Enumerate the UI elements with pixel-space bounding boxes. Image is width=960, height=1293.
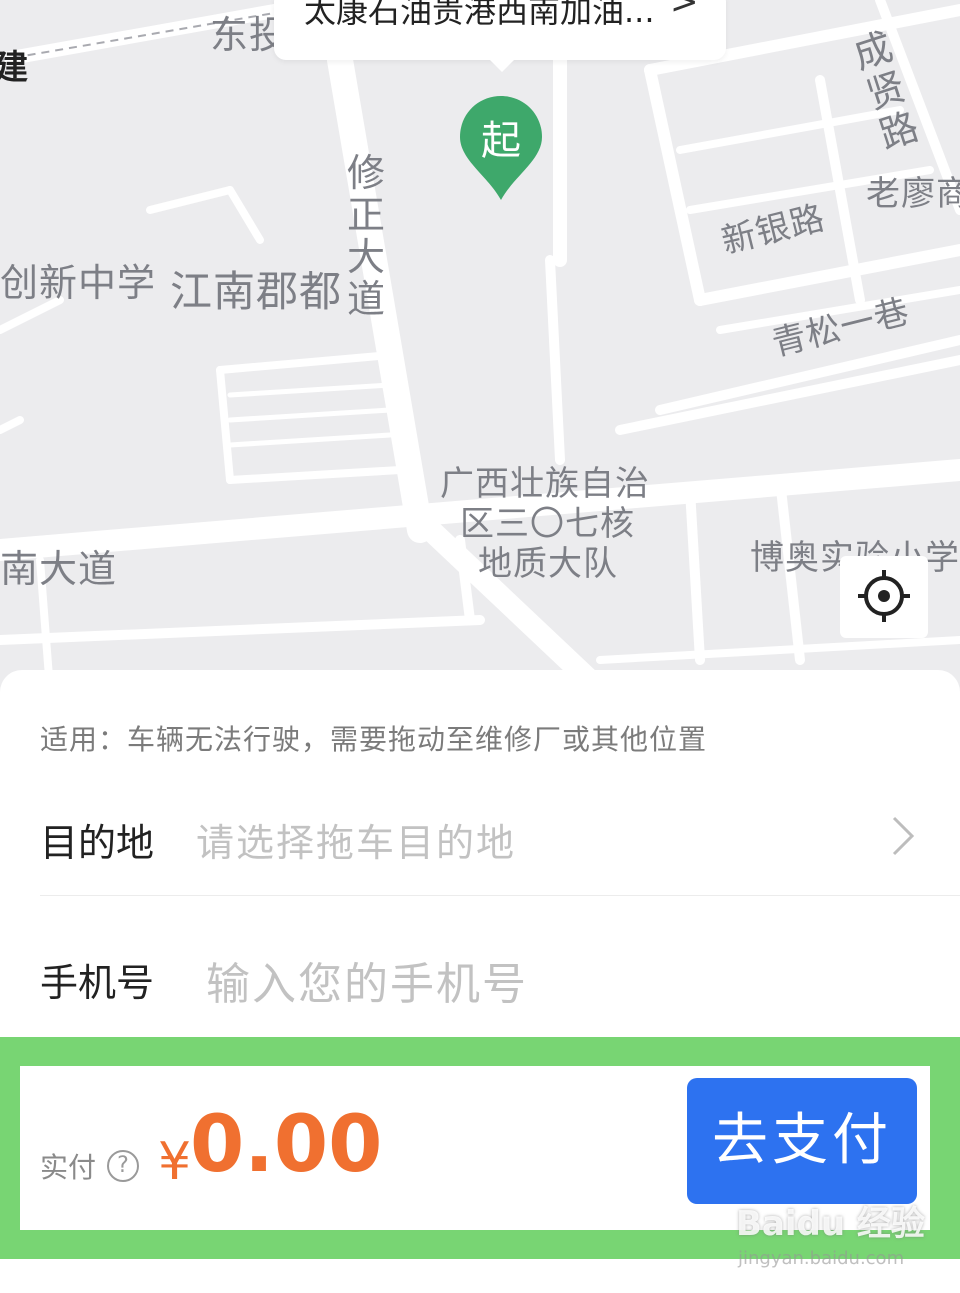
destination-label: 目的地 <box>40 821 155 865</box>
baidu-watermark: Baidu 经验 <box>736 1204 925 1244</box>
map-label-jiangnan-jundu: 江南郡都 <box>170 267 343 316</box>
phone-label: 手机号 <box>40 961 155 1005</box>
map-label-xiuzheng-avenue: 修正大道 <box>346 151 385 321</box>
destination-picker[interactable]: 请选择拖车目的地 <box>196 812 516 867</box>
phone-input[interactable]: 输入您的手机号 <box>206 948 528 1012</box>
callout-pointer <box>490 60 514 72</box>
chevron-right-icon[interactable] <box>888 814 918 858</box>
applicable-note: 适用：车辆无法行驶，需要拖动至维修厂或其他位置 <box>40 723 708 756</box>
start-location-name: 太康石油贵港西南加油... <box>304 0 655 30</box>
locate-button[interactable] <box>840 556 928 638</box>
amount-value: 0.00 <box>190 1100 383 1190</box>
map-label-nan-avenue: 南大道 <box>0 547 118 591</box>
map-label-guangxi-team-line3: 地质大队 <box>478 544 618 584</box>
map-label-edge: 建 <box>0 48 29 88</box>
start-pin-icon[interactable]: 起 <box>458 94 544 208</box>
map-label-chuangxin-school: 创新中学 <box>0 261 157 305</box>
start-pin-label: 起 <box>481 118 521 164</box>
currency-symbol: ¥ <box>158 1132 192 1192</box>
help-icon[interactable]: ? <box>107 1150 139 1182</box>
map-label-laoliao: 老廖商 <box>866 174 960 214</box>
paid-label: 实付 <box>40 1151 97 1184</box>
start-location-callout[interactable]: 太康石油贵港西南加油... > <box>274 0 726 60</box>
callout-chevron-icon: > <box>670 0 699 22</box>
locate-icon <box>858 570 910 622</box>
baidu-watermark-url: jingyan.baidu.com <box>738 1248 905 1269</box>
map-view[interactable]: 建 东投 创新中学 江南郡都 修正大道 广西壮族自治 区三〇七核 地质大队 南大… <box>0 0 960 700</box>
row-divider <box>40 895 960 896</box>
pay-button[interactable]: 去支付 <box>687 1078 917 1204</box>
